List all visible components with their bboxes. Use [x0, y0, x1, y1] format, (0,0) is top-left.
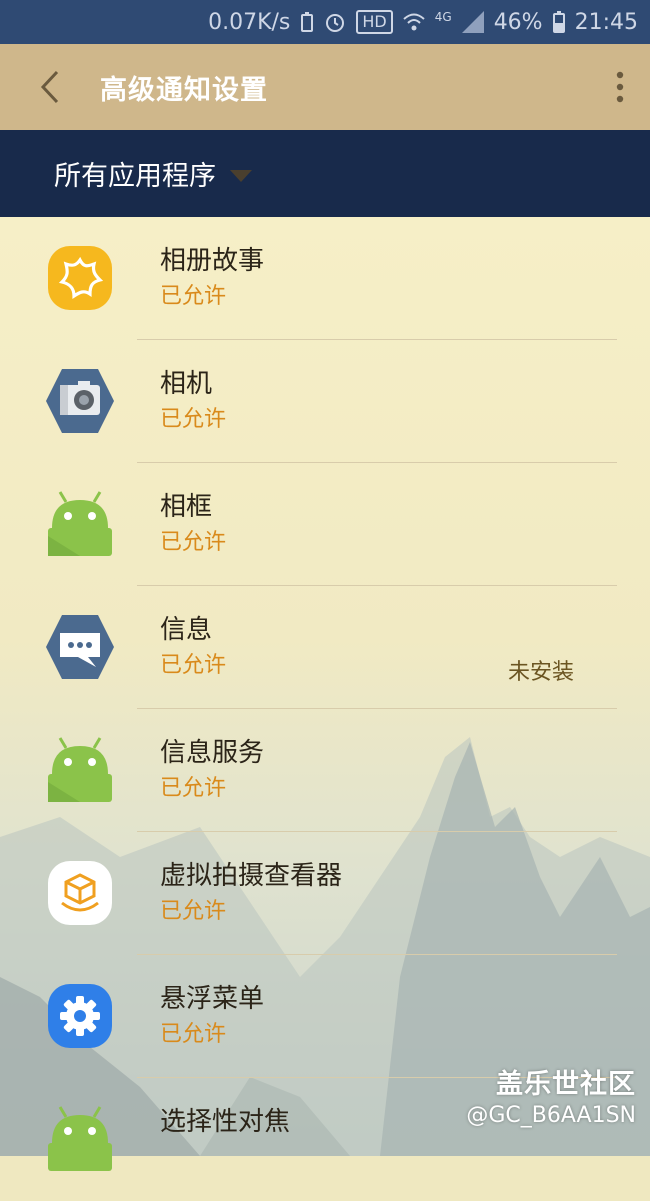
network-type: 4G — [434, 10, 452, 24]
story-album-icon — [48, 246, 112, 310]
battery-saver-icon — [300, 12, 314, 32]
more-options-button[interactable] — [590, 44, 650, 130]
battery-icon — [552, 11, 565, 33]
app-status: 已允许 — [160, 899, 227, 924]
app-name: 选择性对焦 — [160, 1107, 291, 1137]
list-item[interactable]: 相框 已允许 — [0, 463, 650, 586]
more-vert-icon — [616, 71, 624, 103]
signal-icon — [461, 11, 484, 33]
list-item[interactable]: 相机 已允许 — [0, 340, 650, 463]
app-name: 相机 — [160, 369, 213, 399]
app-filter-dropdown[interactable]: 所有应用程序 — [0, 130, 650, 217]
dropdown-arrow-icon — [230, 169, 252, 182]
app-name: 虚拟拍摄查看器 — [160, 861, 343, 891]
app-name: 信息服务 — [160, 738, 265, 768]
camera-icon — [46, 369, 114, 433]
app-status: 已允许 — [160, 653, 227, 678]
watermark: 盖乐世社区 @GC_B6AA1SN — [466, 1062, 636, 1128]
list-item[interactable]: 信息服务 已允许 — [0, 709, 650, 832]
not-installed-label: 未安装 — [507, 660, 574, 685]
net-speed: 0.07K/s — [208, 9, 291, 35]
app-status: 已允许 — [160, 1022, 227, 1047]
filter-label: 所有应用程序 — [54, 161, 216, 192]
page-title: 高级通知设置 — [100, 74, 268, 106]
list-item[interactable]: 虚拟拍摄查看器 已允许 — [0, 832, 650, 955]
messages-icon — [46, 615, 114, 679]
clock: 21:45 — [574, 9, 638, 35]
back-arrow-icon — [40, 70, 59, 104]
app-name: 悬浮菜单 — [160, 984, 265, 1014]
app-status: 已允许 — [160, 407, 227, 432]
virtual-shot-icon — [48, 861, 112, 925]
watermark-handle: @GC_B6AA1SN — [466, 1103, 636, 1128]
back-button[interactable] — [0, 44, 100, 130]
android-icon — [48, 1106, 112, 1171]
app-status: 已允许 — [160, 284, 227, 309]
app-name: 信息 — [160, 615, 213, 645]
app-toolbar: 高级通知设置 — [0, 44, 650, 130]
alarm-icon — [324, 11, 346, 33]
settings-gear-icon — [48, 984, 112, 1048]
hd-badge: HD — [356, 10, 393, 34]
list-item[interactable]: 悬浮菜单 已允许 — [0, 955, 650, 1078]
app-list: 相册故事 已允许 相机 已允许 相框 已允许 信息 已允许 未安装 信息服务 已… — [0, 217, 650, 1201]
wifi-icon — [403, 12, 425, 32]
android-icon — [48, 737, 112, 802]
status-bar: 0.07K/s HD 4G 46% 21:45 — [0, 0, 650, 44]
app-name: 相册故事 — [160, 246, 265, 276]
app-name: 相框 — [160, 492, 213, 522]
list-item[interactable]: 信息 已允许 未安装 — [0, 586, 650, 709]
battery-percent: 46% — [493, 9, 543, 35]
watermark-brand: 盖乐世社区 — [496, 1069, 636, 1100]
app-status: 已允许 — [160, 530, 227, 555]
list-item[interactable]: 相册故事 已允许 — [0, 217, 650, 340]
android-icon — [48, 491, 112, 556]
app-status: 已允许 — [160, 776, 227, 801]
